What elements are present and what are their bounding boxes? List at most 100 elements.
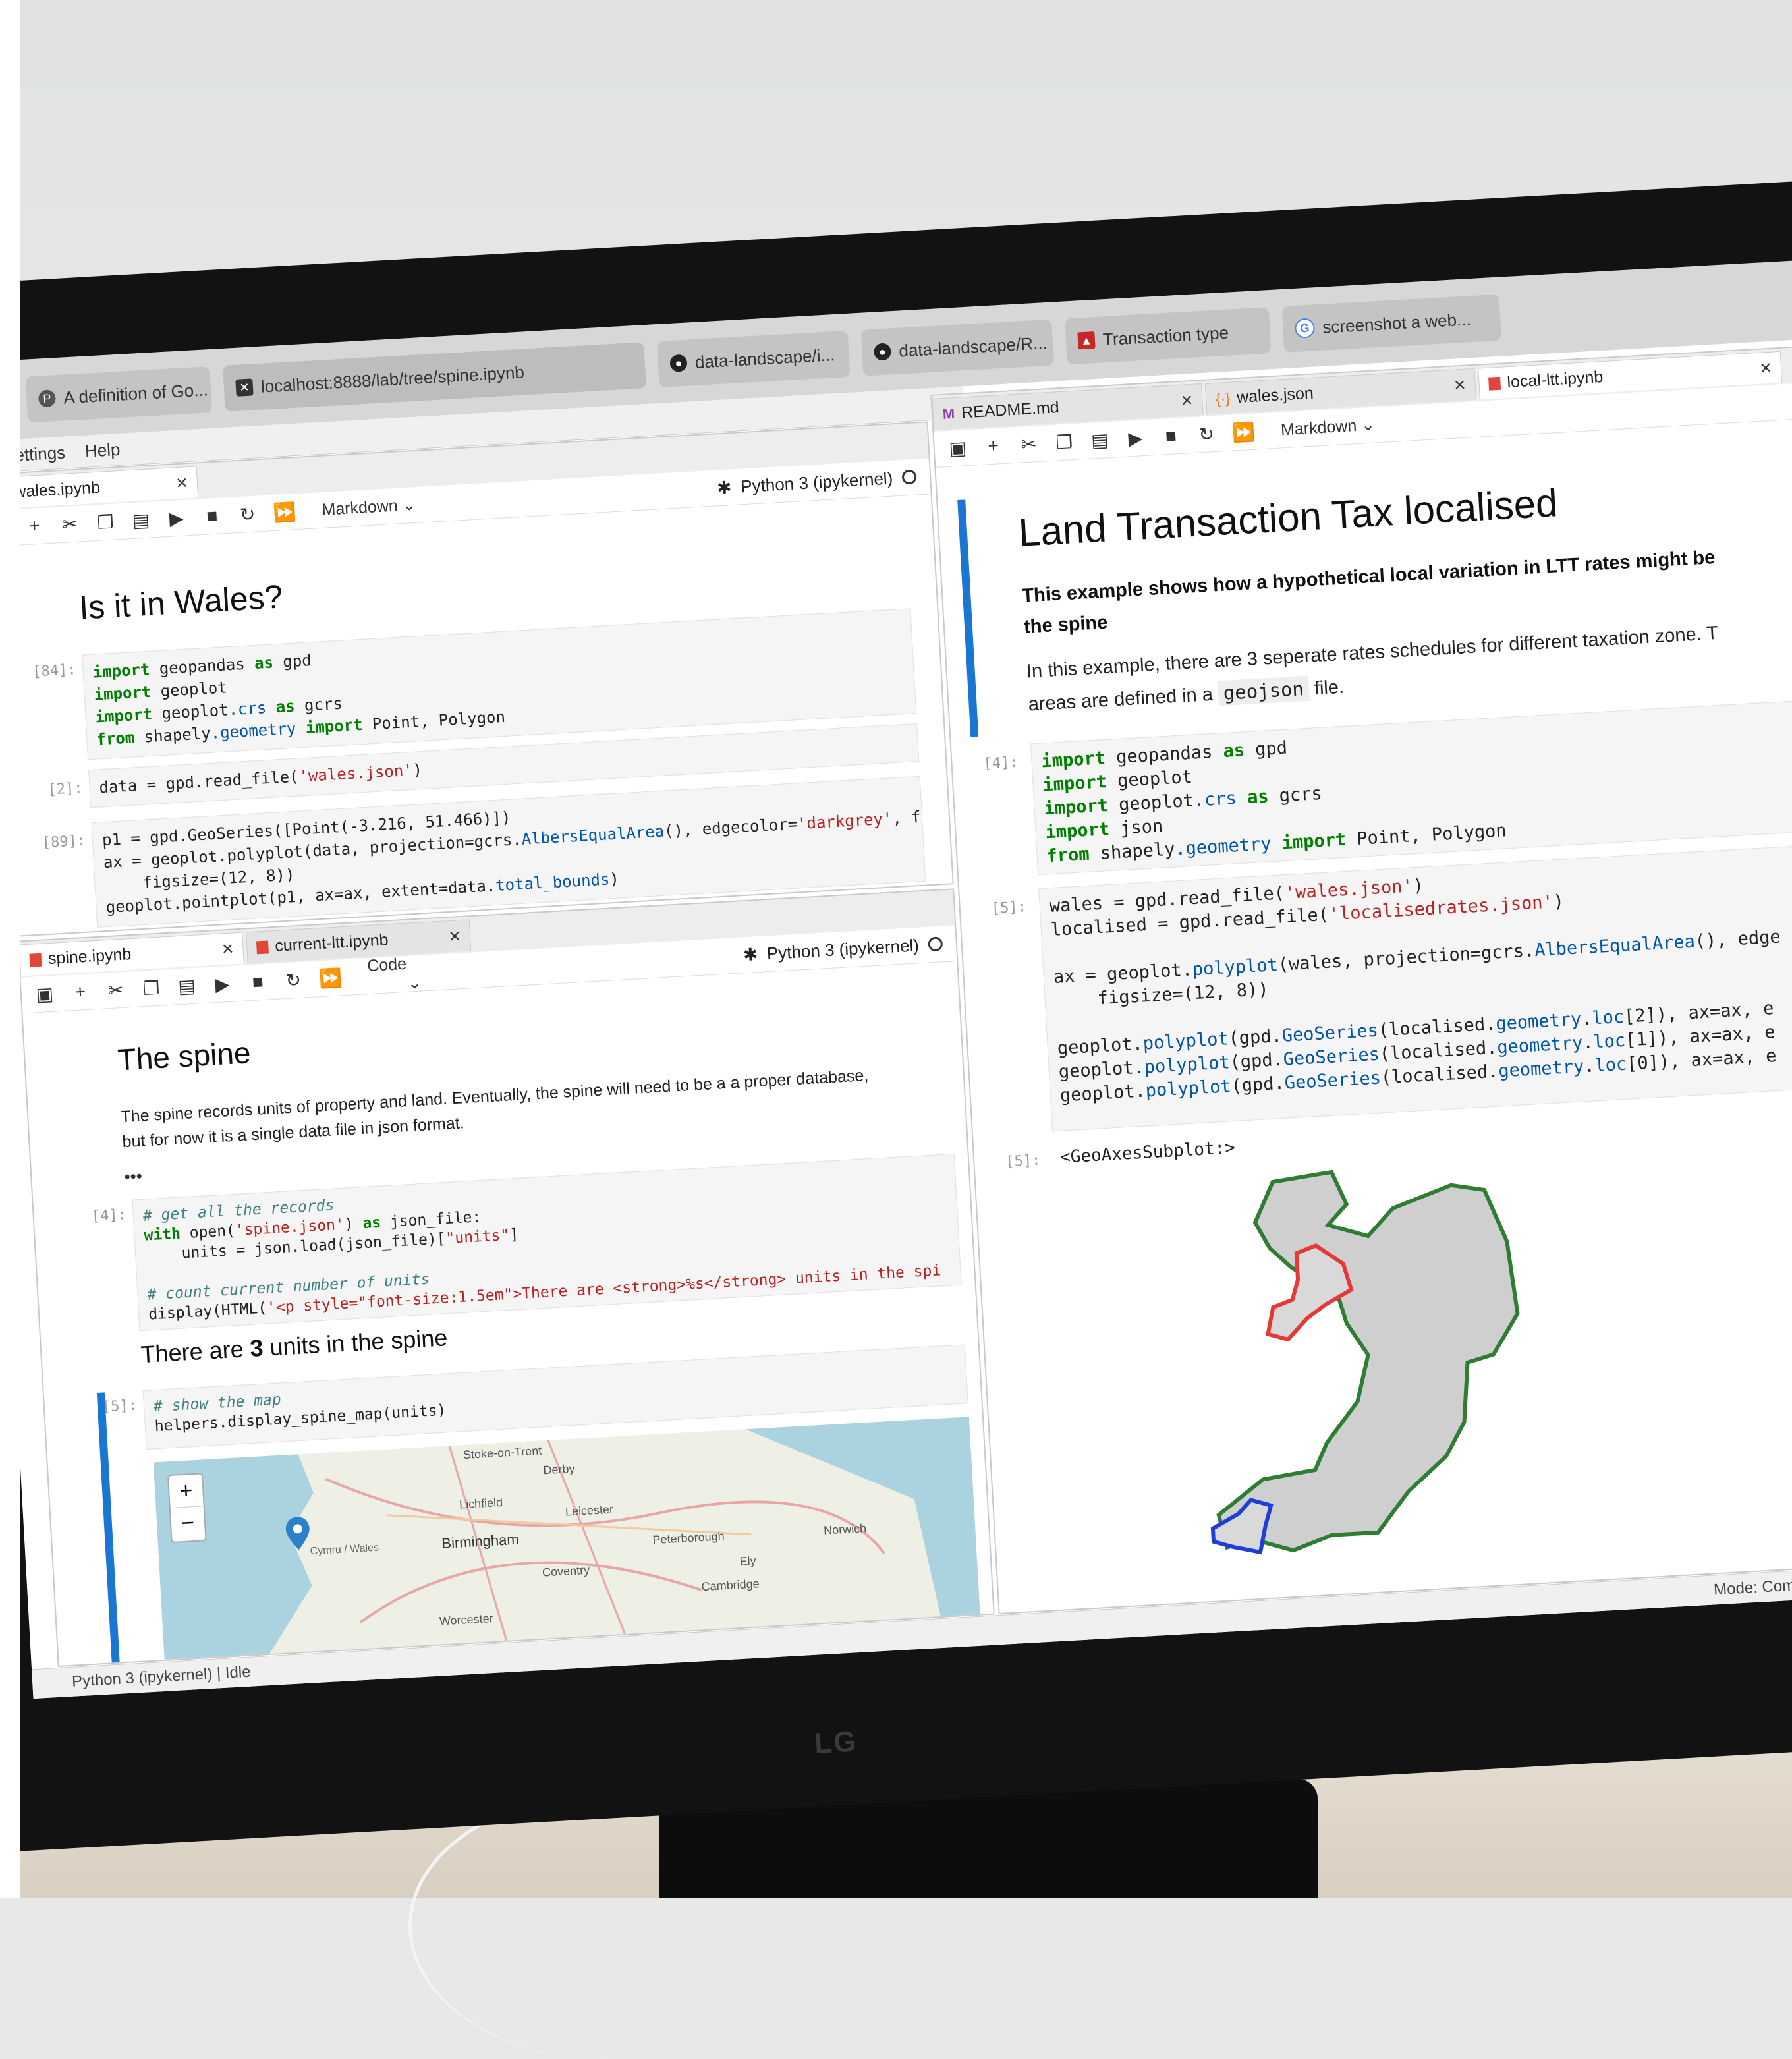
map-place-label: Norwich [823,1521,867,1537]
chevron-down-icon: ⌄ [1360,415,1376,435]
markdown-paragraph: In this example, there are 3 seperate ra… [1026,622,1719,683]
markdown-icon: M [942,405,955,422]
active-cell-marker [957,499,979,737]
copy-icon[interactable]: ❐ [95,511,116,534]
output-text: units in the spine [262,1324,449,1361]
cell-type-select[interactable]: Markdown ⌄ [1280,414,1376,439]
cut-icon[interactable]: ✂ [1019,433,1040,456]
map-marker-icon[interactable] [285,1516,311,1550]
browser-tab-label: screenshot a web... [1322,308,1472,337]
doc-tab-label: local-ltt.ipynb [1506,368,1604,392]
p-icon: P [38,389,57,408]
output-count: 3 [249,1334,264,1362]
cut-icon[interactable]: ✂ [105,978,126,1001]
copy-icon[interactable]: ❐ [141,976,162,1000]
browser-tab-label: localhost:8888/lab/tree/spine.ipynb [260,361,525,397]
cell-output: There are 3 units in the spine [140,1324,449,1368]
cell-output-text: <GeoAxesSubplot:> [1059,1138,1236,1168]
close-icon[interactable]: × [221,938,234,961]
stop-icon[interactable]: ■ [1160,425,1181,447]
cell-prompt: [4]: [982,754,1019,773]
cell-type-label: Code [366,954,407,975]
paste-icon[interactable]: ▤ [1090,428,1111,451]
stop-icon[interactable]: ■ [202,505,223,527]
cell-prompt: [4]: [91,1206,127,1226]
restart-icon[interactable]: ↻ [1196,422,1217,445]
fast-forward-icon[interactable]: ⏩ [273,501,297,524]
chevron-down-icon: ⌄ [407,973,422,993]
map-place-label: Leicester [565,1502,614,1519]
cell-prompt: [2]: [47,779,84,799]
kernel-status-text: Python 3 (ipykernel) | Idle [71,1662,252,1691]
map-place-label: Coventry [542,1563,590,1579]
zoom-in-button[interactable]: + [169,1474,204,1508]
fast-forward-icon[interactable]: ⏩ [1231,420,1256,443]
notebook-heading: Land Transaction Tax localised [1017,480,1559,555]
notebook-panel-iswales: iswales.ipynb× ▣ + ✂ ❐ ▤ ▶ ■ ↻ ⏩ Markdow… [0,421,954,938]
menu-help[interactable]: Help [84,439,121,461]
notebook-heading: Is it in Wales? [78,578,284,627]
cell-prompt: [84]: [32,662,77,681]
save-icon[interactable]: ▣ [947,437,968,460]
save-icon[interactable]: ▣ [34,982,55,1005]
run-icon[interactable]: ▶ [166,507,187,530]
close-icon[interactable]: × [1453,374,1466,397]
notebook-panel-local-ltt: M README.md × {·} wales.json × local-ltt.ipy… [930,345,1792,1615]
jupyter-icon: ✕ [235,378,254,397]
code-cell[interactable]: # get all the records with open('spine.j… [132,1153,962,1332]
google-icon: G [1294,318,1316,339]
wales-flag-icon: ▲ [1077,331,1096,350]
notebook-icon [1488,376,1501,391]
output-prompt: [5]: [1005,1152,1042,1171]
close-icon[interactable]: × [175,472,188,495]
zoom-out-button[interactable]: − [170,1506,206,1540]
browser-tab-active[interactable]: ✕ localhost:8888/lab/tree/spine.ipynb [223,342,646,412]
notebook-icon [256,940,269,954]
browser-tab-label: data-landscape/R... [898,332,1048,361]
add-cell-icon[interactable]: + [70,981,91,1003]
doc-tab-label: README.md [961,398,1060,422]
browser-tab[interactable]: ● data-landscape/R... [860,319,1055,376]
browser-tab[interactable]: ● data-landscape/i... [657,330,851,387]
run-icon[interactable]: ▶ [1125,426,1146,449]
paragraph-text: areas are defined in a [1027,683,1219,716]
collapsed-cells-ellipsis[interactable]: ••• [124,1166,143,1187]
restart-icon[interactable]: ↻ [283,969,304,992]
add-cell-icon[interactable]: + [24,515,45,537]
code-cell[interactable]: import geopandas as gpd import geoplot i… [1030,699,1792,876]
doc-tab-label: wales.json [1236,383,1314,407]
stop-icon[interactable]: ■ [248,971,269,994]
map-place-label: Lichfield [459,1495,503,1511]
notebook-content: Is it in Wales? [84]: import geopandas a… [0,495,953,936]
kernel-status-icon [901,469,917,485]
bug-icon: ✱ [742,944,758,965]
cell-type-select[interactable]: Markdown ⌄ [322,495,417,520]
cell-type-select[interactable]: Code ⌄ [366,951,461,996]
zone-blue [1210,1498,1274,1555]
paste-icon[interactable]: ▤ [130,509,152,532]
mode-indicator: Mode: Command [1713,1574,1792,1599]
close-icon[interactable]: × [1181,389,1193,412]
restart-icon[interactable]: ↻ [237,503,258,526]
copy-icon[interactable]: ❐ [1054,430,1075,453]
add-cell-icon[interactable]: + [983,435,1004,457]
close-icon[interactable]: × [449,925,461,948]
markdown-paragraph: The spine records units of property and … [120,1065,869,1127]
active-cell-marker [96,1392,121,1667]
cut-icon[interactable]: ✂ [59,513,80,536]
kernel-name: Python 3 (ipykernel) [740,467,893,496]
fast-forward-icon[interactable]: ⏩ [318,967,343,990]
zoom-control: + − [167,1473,207,1544]
monitor-logo: LG [813,1725,858,1761]
close-icon[interactable]: × [1759,356,1772,380]
paste-icon[interactable]: ▤ [177,974,198,998]
browser-tab[interactable]: Gscreenshot a web... [1281,294,1501,353]
run-icon[interactable]: ▶ [212,973,233,996]
road-line [359,1561,702,1623]
code-cell[interactable]: wales = gpd.read_file('wales.json') loca… [1038,844,1792,1132]
browser-tab[interactable]: P A definition of Go... [25,366,213,423]
notebook-content: Land Transaction Tax localised This exam… [936,420,1792,1614]
notebook-panel-spine: spine.ipynb × current-ltt.ipynb × ▣ + ✂ ❐ … [17,888,995,1667]
cell-prompt: [89]: [42,832,86,852]
browser-tab[interactable]: ▲ Transaction type [1065,307,1272,365]
